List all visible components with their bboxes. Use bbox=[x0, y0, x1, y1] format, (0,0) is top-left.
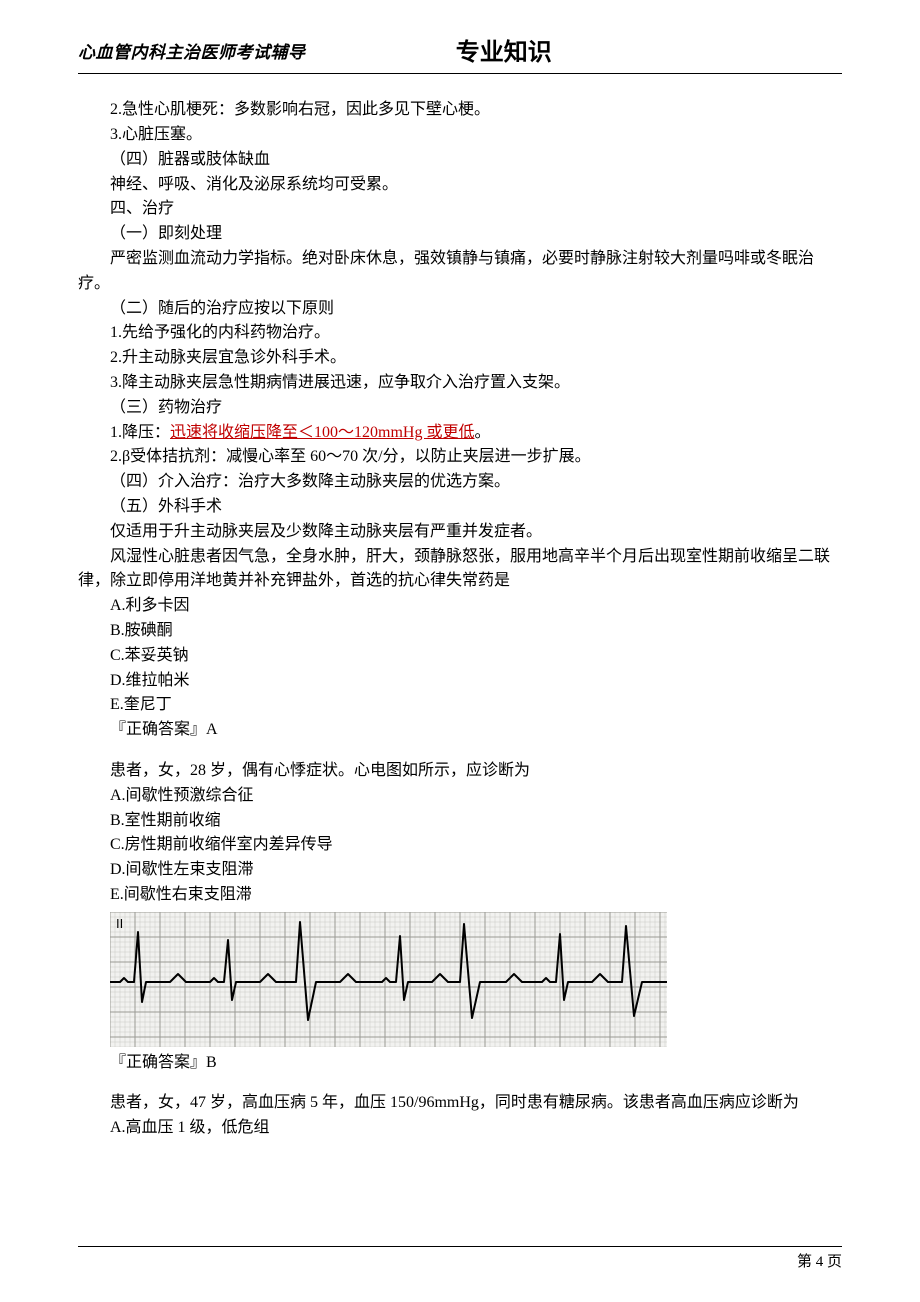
text-line: （二）随后的治疗应按以下原则 bbox=[78, 297, 842, 322]
text-prefix: 1.降压： bbox=[110, 424, 170, 441]
option-a: A.间歇性预激综合征 bbox=[78, 784, 842, 809]
text-line: 1.降压：迅速将收缩压降至＜100～120mmHg 或更低。 bbox=[78, 421, 842, 446]
text-line: （四）介入治疗：治疗大多数降主动脉夹层的优选方案。 bbox=[78, 470, 842, 495]
option-e: E.间歇性右束支阻滞 bbox=[78, 883, 842, 908]
text-line: 3.心脏压塞。 bbox=[78, 123, 842, 148]
ecg-svg: II bbox=[110, 912, 667, 1047]
option-d: D.维拉帕米 bbox=[78, 669, 842, 694]
page-header: 心血管内科主治医师考试辅导 专业知识 bbox=[78, 32, 842, 74]
ecg-lead-label: II bbox=[116, 916, 123, 931]
text-line: 仅适用于升主动脉夹层及少数降主动脉夹层有严重并发症者。 bbox=[78, 520, 842, 545]
option-b: B.室性期前收缩 bbox=[78, 809, 842, 834]
page-footer: 第 4 页 bbox=[78, 1246, 842, 1274]
option-c: C.苯妥英钠 bbox=[78, 644, 842, 669]
text-line: （五）外科手术 bbox=[78, 495, 842, 520]
option-e: E.奎尼丁 bbox=[78, 693, 842, 718]
spacer bbox=[78, 743, 842, 759]
text-line: 2.升主动脉夹层宜急诊外科手术。 bbox=[78, 346, 842, 371]
page-number: 第 4 页 bbox=[797, 1254, 842, 1270]
question-stem: 患者，女，28 岁，偶有心悸症状。心电图如所示，应诊断为 bbox=[78, 759, 842, 784]
question-stem: 风湿性心脏患者因气急，全身水肿，肝大，颈静脉怒张，服用地高辛半个月后出现室性期前… bbox=[78, 545, 842, 595]
text-paragraph: 严密监测血流动力学指标。绝对卧床休息，强效镇静与镇痛，必要时静脉注射较大剂量吗啡… bbox=[78, 247, 842, 297]
option-a: A.利多卡因 bbox=[78, 594, 842, 619]
text-line: 2.β受体拮抗剂：减慢心率至 60～70 次/分，以防止夹层进一步扩展。 bbox=[78, 445, 842, 470]
text-line: 3.降主动脉夹层急性期病情进展迅速，应争取介入治疗置入支架。 bbox=[78, 371, 842, 396]
text-line: 1.先给予强化的内科药物治疗。 bbox=[78, 321, 842, 346]
emphasis-text: 迅速将收缩压降至＜100～120mmHg 或更低 bbox=[170, 424, 474, 441]
option-b: B.胺碘酮 bbox=[78, 619, 842, 644]
text-line: （四）脏器或肢体缺血 bbox=[78, 148, 842, 173]
header-center-title: 专业知识 bbox=[166, 34, 843, 71]
option-d: D.间歇性左束支阻滞 bbox=[78, 858, 842, 883]
main-content: 2.急性心肌梗死：多数影响右冠，因此多见下壁心梗。 3.心脏压塞。 （四）脏器或… bbox=[78, 98, 842, 1141]
text-line: （一）即刻处理 bbox=[78, 222, 842, 247]
text-line: 2.急性心肌梗死：多数影响右冠，因此多见下壁心梗。 bbox=[78, 98, 842, 123]
text-line: （三）药物治疗 bbox=[78, 396, 842, 421]
spacer bbox=[78, 1075, 842, 1091]
text-suffix: 。 bbox=[474, 424, 490, 441]
text-line: 四、治疗 bbox=[78, 197, 842, 222]
ecg-figure: II bbox=[110, 912, 667, 1047]
question-stem: 患者，女，47 岁，高血压病 5 年，血压 150/96mmHg，同时患有糖尿病… bbox=[78, 1091, 842, 1116]
option-c: C.房性期前收缩伴室内差异传导 bbox=[78, 833, 842, 858]
text-line: 神经、呼吸、消化及泌尿系统均可受累。 bbox=[78, 173, 842, 198]
answer-line: 『正确答案』B bbox=[78, 1051, 842, 1076]
option-a: A.高血压 1 级，低危组 bbox=[78, 1116, 842, 1141]
answer-line: 『正确答案』A bbox=[78, 718, 842, 743]
